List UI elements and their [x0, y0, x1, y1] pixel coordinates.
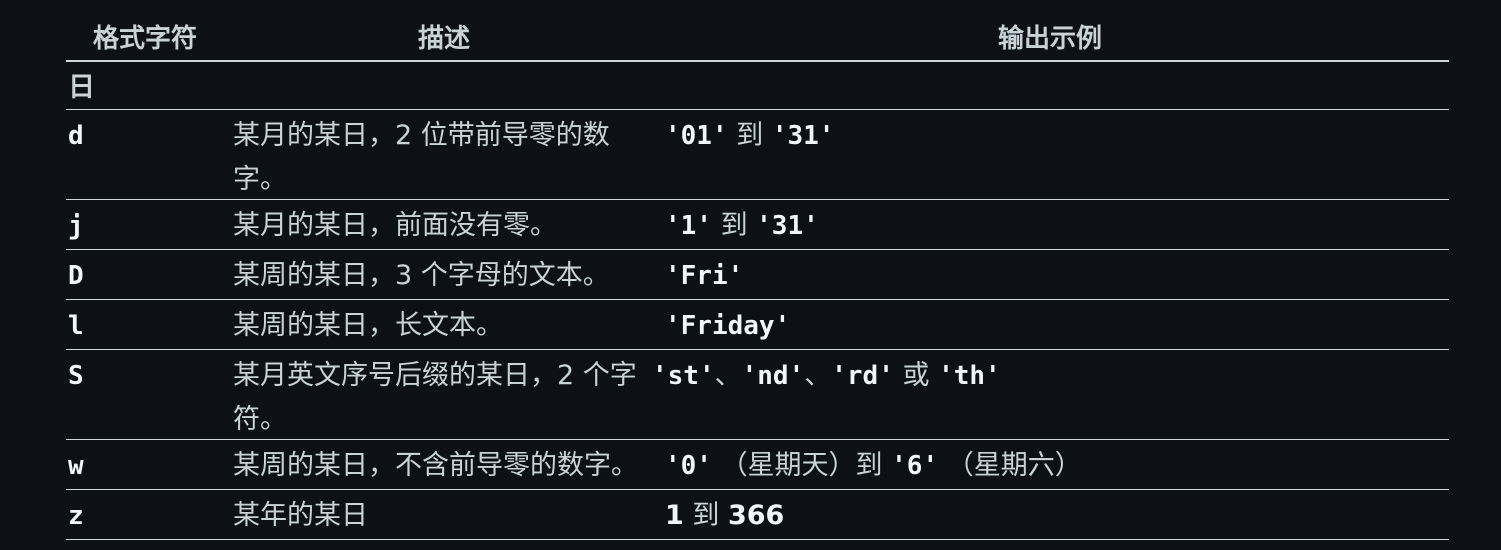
output-code: '1'	[665, 211, 712, 241]
output-text: 到	[692, 500, 720, 531]
output-example: '0' （星期天）到 '6' （星期六）	[665, 444, 1082, 488]
output-text: 到	[736, 120, 764, 151]
format-char: l	[68, 311, 84, 341]
description: 某月的某日，2 位带前导零的数字。	[233, 120, 610, 195]
output-code: '0'	[665, 451, 712, 481]
format-char: j	[68, 211, 84, 241]
description: 某周的某日，不含前导零的数字。	[233, 450, 638, 481]
header-format-char: 格式字符	[93, 24, 198, 54]
description: 某周的某日，长文本。	[233, 310, 503, 341]
output-text: （星期天）到	[720, 450, 883, 481]
format-char: w	[68, 451, 84, 481]
description: 某周的某日，3 个字母的文本。	[233, 260, 610, 291]
output-example: 'st'、'nd'、'rd' 或 'th'	[652, 354, 1001, 398]
output-text: 或	[902, 360, 930, 391]
output-code: 'nd'	[741, 361, 805, 391]
output-example: 'Friday'	[665, 304, 790, 348]
output-text: 到	[720, 210, 748, 241]
table-row: w 某周的某日，不含前导零的数字。 '0' （星期天）到 '6' （星期六）	[66, 440, 1449, 490]
output-text: （星期六）	[946, 450, 1082, 481]
output-code: 'rd'	[831, 361, 894, 391]
output-example: '1' 到 '31'	[665, 204, 819, 248]
header-output-example: 输出示例	[998, 24, 1103, 54]
output-code: '31'	[771, 121, 835, 151]
header-description: 描述	[418, 24, 471, 54]
table-row: l 某周的某日，长文本。 'Friday'	[66, 300, 1449, 350]
format-char: z	[68, 501, 84, 531]
group-label: 日	[68, 72, 95, 103]
group-row-day: 日	[66, 62, 1449, 110]
output-code: 'th'	[938, 361, 1001, 391]
output-code: 'Fri'	[665, 261, 744, 291]
output-number: 366	[727, 500, 785, 531]
output-code: 'Friday'	[665, 311, 791, 341]
output-code: '01'	[665, 121, 728, 151]
table-row: z 某年的某日 1 到 366	[66, 490, 1449, 540]
output-code: '31'	[756, 211, 819, 241]
format-table: 格式字符 描述 输出示例 日 d 某月的某日，2 位带前导零的数字。 '01' …	[0, 0, 1501, 550]
output-text: 、	[804, 360, 832, 391]
format-char: S	[68, 361, 84, 391]
table-header: 格式字符 描述 输出示例	[66, 0, 1449, 62]
output-example: 'Fri'	[665, 254, 743, 298]
output-code: 'st'	[652, 361, 715, 391]
table-row: j 某月的某日，前面没有零。 '1' 到 '31'	[66, 200, 1449, 250]
description: 某年的某日	[233, 500, 368, 531]
format-char: D	[68, 261, 84, 291]
description: 某月的某日，前面没有零。	[233, 210, 557, 241]
output-text: 、	[714, 360, 742, 391]
description: 某月英文序号后缀的某日，2 个字符。	[233, 360, 637, 435]
output-code: '6'	[891, 451, 939, 481]
table-row: S 某月英文序号后缀的某日，2 个字符。 'st'、'nd'、'rd' 或 't…	[66, 350, 1449, 440]
table-row: d 某月的某日，2 位带前导零的数字。 '01' 到 '31'	[66, 110, 1449, 200]
format-char: d	[68, 121, 84, 151]
output-number: 1	[665, 500, 684, 531]
table-row: D 某周的某日，3 个字母的文本。 'Fri'	[66, 250, 1449, 300]
output-example: '01' 到 '31'	[665, 114, 834, 158]
output-example: 1 到 366	[665, 494, 784, 538]
